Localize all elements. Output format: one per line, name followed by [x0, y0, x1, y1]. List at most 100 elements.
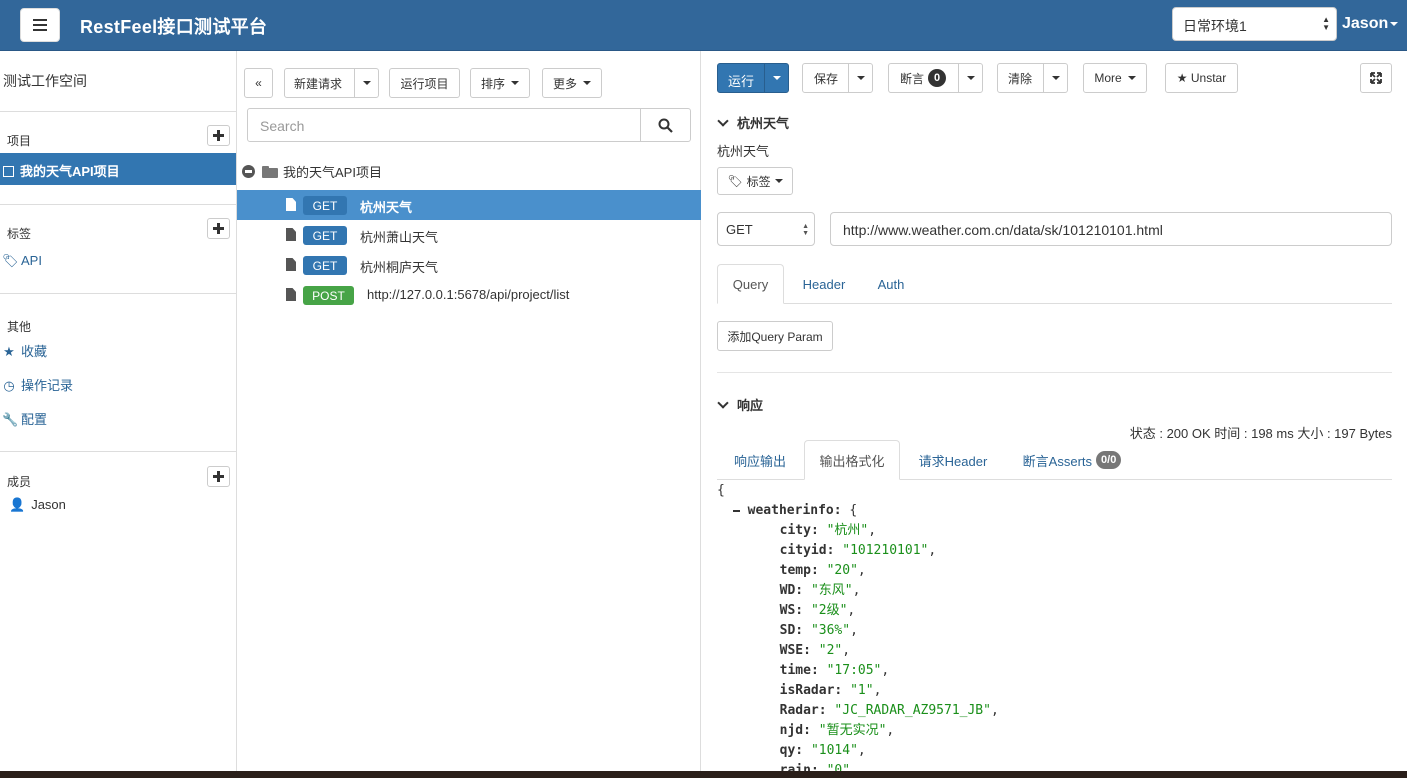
api-item[interactable]: POST http://127.0.0.1:5678/api/project/l…: [237, 280, 701, 310]
collapse-minus-icon[interactable]: [242, 165, 255, 178]
json-key: SD: [779, 623, 796, 638]
unstar-button[interactable]: ★ Unstar: [1165, 63, 1238, 93]
caret-down-icon: [966, 76, 975, 80]
json-key: city: [779, 523, 811, 538]
clear-button[interactable]: 清除: [997, 63, 1068, 93]
tree-root-project[interactable]: 我的天气API项目: [242, 162, 382, 181]
clear-dropdown-toggle[interactable]: [1043, 64, 1067, 92]
fullscreen-button[interactable]: [1360, 63, 1392, 93]
add-query-param-button[interactable]: 添加Query Param: [717, 321, 833, 351]
brand-title[interactable]: RestFeel接口测试平台: [80, 13, 267, 39]
response-section-header[interactable]: 响应: [717, 395, 763, 414]
search-input[interactable]: Search: [260, 118, 304, 134]
tab-label: 断言Asserts: [1022, 453, 1093, 469]
select-arrows-icon: ▲ ▼: [1322, 15, 1330, 32]
save-button[interactable]: 保存: [802, 63, 873, 93]
tag-button[interactable]: 🏷 标签: [717, 167, 793, 195]
search-box: Search: [247, 108, 691, 142]
add-member-button[interactable]: [207, 466, 230, 487]
api-item[interactable]: GET 杭州桐庐天气: [237, 250, 701, 280]
api-list-pane: « 新建请求 运行项目 排序 更多 Search 我的天气API项目 GET 杭…: [237, 51, 701, 778]
json-key: cityid: [779, 543, 827, 558]
new-request-dropdown-toggle[interactable]: [354, 69, 378, 97]
tab-auth[interactable]: Auth: [863, 264, 919, 304]
json-value: "1": [850, 683, 874, 698]
plus-icon: [213, 471, 224, 482]
add-tag-button[interactable]: [207, 218, 230, 239]
sidebar-item-history[interactable]: ◷ 操作记录: [2, 375, 73, 394]
search-button[interactable]: [640, 109, 690, 141]
workspace-title: 测试工作空间: [3, 73, 87, 89]
tab-request-header[interactable]: 请求Header: [902, 440, 1004, 480]
run-project-button[interactable]: 运行项目: [389, 68, 460, 98]
json-line: SD: "36%",: [779, 623, 858, 638]
method-select[interactable]: GET ▲ ▼: [717, 212, 815, 246]
json-key: qy: [779, 743, 796, 758]
more-button[interactable]: More: [1083, 63, 1147, 93]
left-sidebar: 测试工作空间 项目 我的天气API项目 标签 🏷 API 其他 ★ 收藏 ◷ 操作记录…: [0, 51, 237, 778]
wrench-icon: 🔧: [2, 412, 19, 427]
request-title: 杭州天气: [737, 116, 790, 131]
sidebar-item-favorites[interactable]: ★ 收藏: [2, 341, 47, 360]
environment-value: 日常环境1: [1183, 18, 1247, 34]
more-button[interactable]: 更多: [542, 68, 602, 98]
run-dropdown-toggle[interactable]: [764, 64, 788, 92]
sidebar-item-project[interactable]: 我的天气API项目: [0, 153, 236, 185]
json-key: WS: [779, 603, 796, 618]
sort-button[interactable]: 排序: [470, 68, 530, 98]
request-section-header[interactable]: 杭州天气: [717, 113, 790, 132]
json-line: {: [717, 483, 725, 498]
member-name: Jason: [31, 497, 66, 512]
method-badge: GET: [303, 256, 347, 275]
api-item[interactable]: GET 杭州萧山天气: [237, 220, 701, 250]
assert-button[interactable]: 断言 0: [888, 63, 983, 93]
tag-icon: 🏷: [2, 253, 19, 268]
tab-formatted-output[interactable]: 输出格式化: [804, 440, 900, 480]
button-label: 运行: [728, 74, 755, 89]
tab-asserts[interactable]: 断言Asserts 0/0: [1007, 440, 1137, 480]
sidebar-item-label: 收藏: [21, 344, 48, 359]
api-name: 杭州天气: [360, 200, 413, 215]
user-menu[interactable]: Jason: [1342, 15, 1399, 33]
button-label: 标签: [746, 174, 771, 189]
caret-down-icon: [1051, 76, 1060, 80]
tab-query[interactable]: Query: [717, 264, 784, 304]
menu-toggle-button[interactable]: [20, 8, 60, 42]
collapse-button[interactable]: «: [244, 68, 273, 98]
json-line: time: "17:05",: [779, 663, 890, 678]
json-line: WS: "2级",: [779, 603, 856, 618]
json-value: "暂无实况": [818, 723, 887, 738]
top-navbar: RestFeel接口测试平台 日常环境1 ▲ ▼ Jason: [0, 0, 1407, 51]
add-project-button[interactable]: [207, 125, 230, 146]
divider: [0, 204, 236, 205]
json-line: city: "杭州",: [779, 523, 877, 538]
caret-down-icon: [856, 76, 865, 80]
save-dropdown-toggle[interactable]: [848, 64, 872, 92]
select-arrows-icon: ▲ ▼: [802, 223, 809, 237]
member-item[interactable]: 👤 Jason: [9, 497, 66, 513]
sidebar-item-settings[interactable]: 🔧 配置: [2, 409, 47, 428]
collapse-minus-icon[interactable]: [732, 509, 740, 512]
json-value: "JC_RADAR_AZ9571_JB": [834, 703, 991, 718]
request-description: 杭州天气: [717, 144, 770, 159]
api-item[interactable]: GET 杭州天气: [237, 190, 701, 220]
assert-dropdown-toggle[interactable]: [958, 64, 982, 92]
new-request-button[interactable]: 新建请求: [284, 68, 379, 98]
caret-down-icon: [583, 81, 591, 85]
divider: [0, 293, 236, 294]
json-value: "20": [826, 563, 858, 578]
tab-header[interactable]: Header: [787, 264, 861, 304]
projects-label: 项目: [7, 134, 32, 148]
method-value: GET: [726, 222, 753, 237]
caret-down-icon: [362, 81, 371, 85]
json-line: Radar: "JC_RADAR_AZ9571_JB",: [779, 703, 999, 718]
json-value: "101210101": [842, 543, 929, 558]
tab-response-output[interactable]: 响应输出: [717, 440, 803, 480]
environment-select[interactable]: 日常环境1 ▲ ▼: [1172, 7, 1337, 41]
caret-down-icon: [511, 81, 519, 85]
run-button[interactable]: 运行: [717, 63, 789, 93]
sidebar-item-tag-api[interactable]: 🏷 API: [2, 253, 42, 269]
chevron-down-icon: [717, 114, 729, 127]
url-input[interactable]: http://www.weather.com.cn/data/sk/101210…: [830, 212, 1392, 246]
json-key: Radar: [779, 703, 819, 718]
